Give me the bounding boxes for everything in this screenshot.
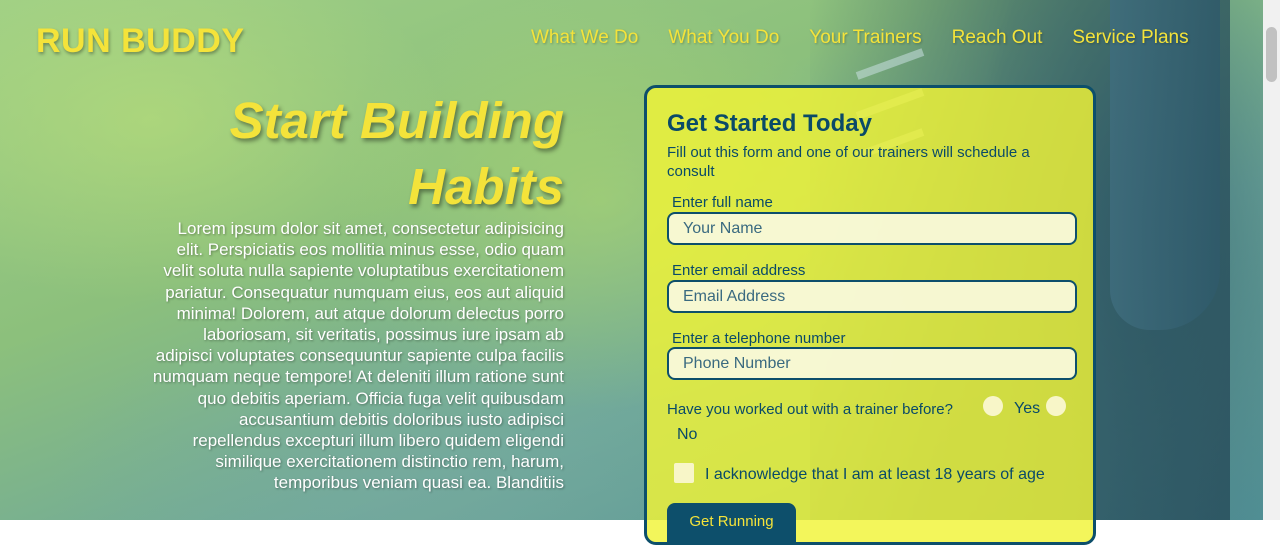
age-checkbox[interactable] [674, 463, 694, 483]
form-subtitle: Fill out this form and one of our traine… [667, 144, 1030, 180]
phone-input[interactable] [667, 347, 1077, 380]
form-title: Get Started Today [667, 110, 872, 137]
age-checkbox-label: I acknowledge that I am at least 18 year… [705, 466, 1045, 483]
signup-form: Get Started Today Fill out this form and… [644, 85, 1096, 545]
main-nav: What We Do What You Do Your Trainers Rea… [531, 27, 1189, 49]
hero-heading: Start Building Habits [150, 88, 564, 220]
radio-no[interactable] [1046, 396, 1066, 416]
phone-label: Enter a telephone number [672, 330, 846, 347]
submit-button[interactable]: Get Running [667, 503, 796, 543]
name-label: Enter full name [672, 194, 773, 211]
email-input[interactable] [667, 280, 1077, 313]
nav-item-service-plans[interactable]: Service Plans [1072, 27, 1188, 49]
hero-heading-line2: Habits [408, 158, 564, 215]
nav-item-your-trainers[interactable]: Your Trainers [809, 27, 921, 49]
page-scrollbar[interactable] [1263, 0, 1280, 520]
radio-no-label: No [677, 426, 698, 443]
nav-item-reach-out[interactable]: Reach Out [952, 27, 1043, 49]
trainer-question: Have you worked out with a trainer befor… [667, 401, 953, 418]
name-input[interactable] [667, 212, 1077, 245]
hero-body-text: Lorem ipsum dolor sit amet, consectetur … [152, 219, 564, 493]
radio-yes[interactable] [983, 396, 1003, 416]
hero-heading-line1: Start Building [229, 92, 564, 149]
email-label: Enter email address [672, 262, 806, 279]
site-logo[interactable]: RUN BUDDY [36, 22, 245, 61]
radio-yes-label: Yes [1014, 400, 1041, 417]
nav-item-what-you-do[interactable]: What You Do [668, 27, 779, 49]
nav-item-what-we-do[interactable]: What We Do [531, 27, 638, 49]
runner-arm-shape [1110, 0, 1220, 330]
scrollbar-thumb[interactable] [1266, 27, 1277, 82]
